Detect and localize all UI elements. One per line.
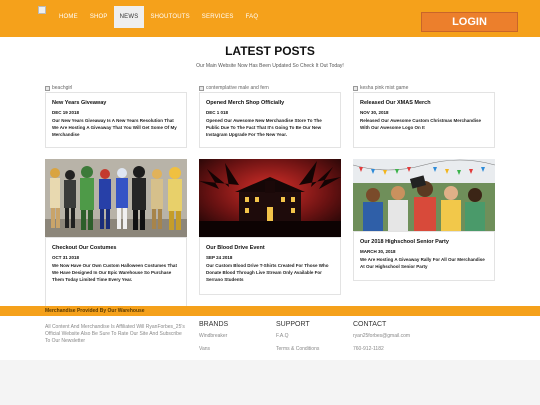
image-alt-text: contemplative male and fern — [206, 85, 269, 91]
logo-image-icon[interactable] — [38, 6, 46, 14]
nav-news[interactable]: NEWS — [113, 6, 145, 28]
costumes-photo[interactable] — [45, 159, 187, 237]
blood-drive-photo[interactable] — [199, 159, 341, 237]
footer-link-terms[interactable]: Terms & Conditions — [276, 346, 319, 352]
footer-support-heading: SUPPORT — [276, 321, 310, 328]
broken-image: kesha pink mist game — [353, 84, 495, 92]
nav-services[interactable]: SERVICES — [196, 6, 240, 28]
page: HOME SHOP NEWS SHOUTOUTS SERVICES FAQ LO… — [0, 0, 540, 405]
nav-shop[interactable]: SHOP — [84, 6, 114, 28]
broken-image-icon — [45, 85, 50, 91]
senior-party-photo[interactable] — [353, 159, 495, 231]
site-footer: All Content And Merchandise Is Affiliate… — [0, 316, 540, 360]
footer-brands-heading: BRANDS — [199, 321, 229, 328]
post-title[interactable]: Opened Merch Shop Officially — [206, 100, 334, 106]
post-title[interactable]: Checkout Our Costumes — [52, 245, 180, 251]
broken-image: beachgirl — [45, 84, 187, 92]
post-body: Our Blood Drive Event SEP 24 2018 Our Cu… — [199, 237, 341, 295]
nav-faq[interactable]: FAQ — [240, 6, 265, 28]
broken-image-icon — [353, 85, 358, 91]
footer-brands: BRANDS Windbreaker Vans — [199, 321, 228, 359]
post-date: DEC 19 2018 — [52, 110, 80, 115]
section-title: LATEST POSTS — [225, 44, 315, 58]
post-text: Our Custom Blood Drive T-Shirts Created … — [206, 263, 329, 282]
site-header: HOME SHOP NEWS SHOUTOUTS SERVICES FAQ LO… — [0, 0, 540, 37]
footer-contact-heading: CONTACT — [353, 321, 387, 328]
post-card[interactable]: beachgirl New Years Giveaway DEC 19 2018… — [45, 84, 187, 148]
section-subtitle: Our Main Website Now Has Been Updated So… — [196, 63, 344, 69]
post-card[interactable]: contemplative male and fern Opened Merch… — [199, 84, 341, 148]
main-nav: HOME SHOP NEWS SHOUTOUTS SERVICES FAQ — [53, 6, 264, 28]
post-card[interactable]: Our 2018 Highschool Senior Party MARCH 3… — [353, 159, 495, 281]
post-date: SEP 24 2018 — [206, 255, 233, 260]
post-text: Released Our Awesome Custom Christmas Me… — [360, 118, 482, 130]
post-date: OCT 31 2018 — [52, 255, 80, 260]
post-title[interactable]: Released Our XMAS Merch — [360, 100, 488, 106]
broken-image-icon — [199, 85, 204, 91]
footer-banner: Merchandise Provided By Our Warehouse — [0, 306, 540, 316]
post-date: NOV 30, 2018 — [360, 110, 389, 115]
footer-contact-email[interactable]: ryan25forbes@gmail.com — [353, 333, 410, 339]
post-date: DEC 1 018 — [206, 110, 229, 115]
post-date: MARCH 30, 2018 — [360, 249, 396, 254]
post-text: Opened Our Awesome New Merchandise Store… — [206, 118, 322, 137]
page-bottom-area — [0, 360, 540, 405]
broken-image: contemplative male and fern — [199, 84, 341, 92]
footer-support: SUPPORT F.A.Q Terms & Conditions — [276, 321, 319, 359]
image-alt-text: kesha pink mist game — [360, 85, 409, 91]
post-title[interactable]: New Years Giveaway — [52, 100, 180, 106]
footer-link-vans[interactable]: Vans — [199, 346, 228, 352]
post-body: Our 2018 Highschool Senior Party MARCH 3… — [353, 231, 495, 281]
image-alt-text: beachgirl — [52, 85, 73, 91]
post-body: New Years Giveaway DEC 19 2018 Our New Y… — [45, 92, 187, 148]
post-text: We Are Hosting A Giveaway Rally For All … — [360, 257, 485, 269]
post-title[interactable]: Our 2018 Highschool Senior Party — [360, 239, 488, 245]
footer-banner-text: Merchandise Provided By Our Warehouse — [45, 308, 145, 314]
post-text: We Now Have Our Own Custom Halloween Cos… — [52, 263, 177, 282]
post-title[interactable]: Our Blood Drive Event — [206, 245, 334, 251]
nav-home[interactable]: HOME — [53, 6, 84, 28]
footer-link-faq[interactable]: F.A.Q — [276, 333, 319, 339]
post-card[interactable]: Checkout Our Costumes OCT 31 2018 We Now… — [45, 159, 187, 307]
post-card[interactable]: Our Blood Drive Event SEP 24 2018 Our Cu… — [199, 159, 341, 295]
post-body: Checkout Our Costumes OCT 31 2018 We Now… — [45, 237, 187, 307]
post-card[interactable]: kesha pink mist game Released Our XMAS M… — [353, 84, 495, 148]
post-body: Released Our XMAS Merch NOV 30, 2018 Rel… — [353, 92, 495, 148]
login-button[interactable]: LOGIN — [421, 12, 518, 32]
footer-about-text: All Content And Merchandise Is Affiliate… — [45, 324, 185, 344]
nav-shoutouts[interactable]: SHOUTOUTS — [144, 6, 195, 28]
footer-contact-phone[interactable]: 760-912-1182 — [353, 346, 410, 352]
footer-link-windbreaker[interactable]: Windbreaker — [199, 333, 228, 339]
post-text: Our New Years Giveaway Is A New Years Re… — [52, 118, 177, 137]
post-body: Opened Merch Shop Officially DEC 1 018 O… — [199, 92, 341, 148]
footer-contact: CONTACT ryan25forbes@gmail.com 760-912-1… — [353, 321, 410, 359]
